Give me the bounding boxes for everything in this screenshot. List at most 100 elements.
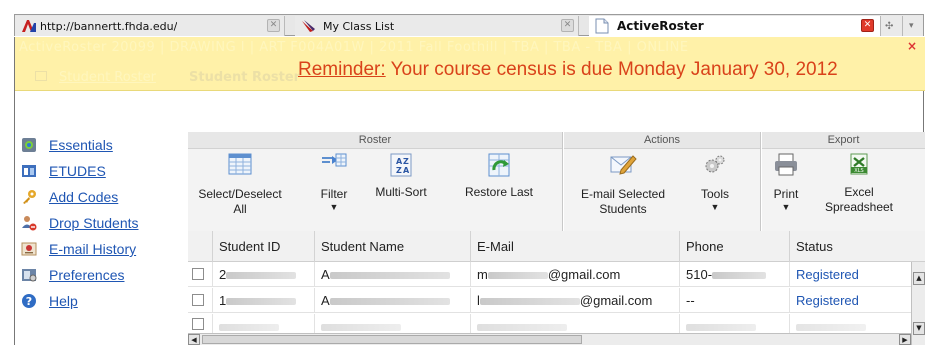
print-dropdown-arrow-icon: ▼ xyxy=(781,202,791,212)
tools-button[interactable]: Tools ▼ xyxy=(690,152,740,212)
sidebar-link-help[interactable]: Help xyxy=(49,293,78,309)
redacted-text xyxy=(479,298,580,306)
tab-bannertt-label: http://bannertt.fhda.edu/ xyxy=(40,19,178,33)
excel-label: Excel Spreadsheet xyxy=(824,185,894,214)
restore-icon xyxy=(488,153,510,177)
table-row[interactable]: 2 A m @gmail.com 510- Registered xyxy=(188,262,911,287)
sidebar-item-email-history[interactable]: E-mail History xyxy=(15,236,187,262)
redacted-text xyxy=(321,324,401,332)
horizontal-scrollbar[interactable]: ◀ ▶ xyxy=(188,333,911,345)
redacted-text xyxy=(487,272,548,280)
tab-bannertt[interactable]: http://bannertt.fhda.edu/ ✕ xyxy=(15,16,285,36)
redacted-text xyxy=(329,272,450,280)
student-roster-link[interactable]: Student Roster xyxy=(35,70,156,85)
sidebar-link-email-history[interactable]: E-mail History xyxy=(49,241,136,257)
svg-text:Z: Z xyxy=(403,157,409,166)
email-compose-icon xyxy=(610,155,637,175)
census-reminder: Reminder: Your course census is due Mond… xyxy=(298,59,838,81)
svg-text:A: A xyxy=(403,166,410,175)
tools-dropdown-arrow-icon: ▼ xyxy=(710,202,720,212)
close-tab-icon[interactable]: ✕ xyxy=(267,19,280,32)
status-cell: Registered xyxy=(789,288,911,313)
sidebar-item-drop-students[interactable]: Drop Students xyxy=(15,210,187,236)
sidebar-link-essentials[interactable]: Essentials xyxy=(49,137,113,153)
restore-last-button[interactable]: Restore Last xyxy=(454,152,544,200)
email-cell: m @gmail.com xyxy=(470,262,679,287)
column-student-id[interactable]: Student ID xyxy=(212,231,314,262)
print-label: Print xyxy=(773,187,799,201)
table-row[interactable] xyxy=(188,314,911,339)
close-tab-icon[interactable]: ✕ xyxy=(861,19,874,32)
column-phone[interactable]: Phone xyxy=(679,231,789,262)
excel-spreadsheet-button[interactable]: XLS Excel Spreadsheet xyxy=(814,152,904,215)
export-group: Export Print ▼ XLS Excel Spreadsheet xyxy=(762,132,925,231)
sidebar-link-preferences[interactable]: Preferences xyxy=(49,267,124,283)
screen: http://bannertt.fhda.edu/ ✕ My Class Lis… xyxy=(0,0,937,345)
row-checkbox[interactable] xyxy=(192,268,204,280)
student-roster-heading: Student Roster xyxy=(189,70,301,85)
gears-icon xyxy=(705,155,725,173)
redacted-text xyxy=(329,298,450,306)
multi-sort-button[interactable]: AZZA Multi-Sort xyxy=(368,152,434,200)
scroll-up-icon[interactable]: ▲ xyxy=(913,272,925,285)
new-tab-button[interactable]: ✣ xyxy=(881,16,903,36)
row-checkbox[interactable] xyxy=(192,294,204,306)
sidebar-link-drop-students[interactable]: Drop Students xyxy=(49,215,139,231)
sidebar-item-etudes[interactable]: ETUDES xyxy=(15,158,187,184)
tab-list-button[interactable]: ▾ xyxy=(903,16,923,36)
vertical-scrollbar[interactable]: ▲ ▼ xyxy=(911,262,925,345)
close-tab-icon[interactable]: ✕ xyxy=(561,19,574,32)
scroll-right-icon[interactable]: ▶ xyxy=(899,334,911,345)
scroll-down-icon[interactable]: ▼ xyxy=(913,322,925,335)
tab-my-class-list-label: My Class List xyxy=(323,19,395,33)
sidebar-link-add-codes[interactable]: Add Codes xyxy=(49,189,118,205)
student-name-cell: A xyxy=(314,262,470,287)
reminder-banner: ActiveRoster 20099 | DRAWING I | ART F00… xyxy=(15,37,925,91)
close-banner-icon[interactable]: × xyxy=(907,39,917,53)
email-history-icon xyxy=(21,242,37,256)
tab-my-class-list[interactable]: My Class List ✕ xyxy=(295,16,579,36)
sidebar-item-help[interactable]: ? Help xyxy=(15,288,187,314)
etudes-icon xyxy=(22,165,36,177)
essentials-icon xyxy=(22,138,36,152)
actions-group-heading: Actions xyxy=(564,132,760,149)
svg-text:?: ? xyxy=(26,295,32,308)
filter-dropdown-arrow-icon: ▼ xyxy=(329,202,339,212)
row-checkbox[interactable] xyxy=(192,318,204,330)
roster-group-heading: Roster xyxy=(188,132,562,149)
multi-sort-label: Multi-Sort xyxy=(375,185,427,199)
sidebar-item-preferences[interactable]: Preferences xyxy=(15,262,187,288)
ribbon-toolbar: Roster Select/Deselect All Filter ▼ AZZA… xyxy=(188,132,925,231)
email-selected-label: E-mail Selected Students xyxy=(580,187,666,216)
horizontal-scroll-thumb[interactable] xyxy=(202,335,582,344)
header-select-cell xyxy=(188,231,212,262)
svg-text:Z: Z xyxy=(396,166,402,175)
redacted-text xyxy=(219,324,279,332)
scroll-left-icon[interactable]: ◀ xyxy=(188,334,200,345)
tab-activeroster-label: ActiveRoster xyxy=(617,19,704,33)
print-button[interactable]: Print ▼ xyxy=(768,152,804,212)
select-deselect-all-button[interactable]: Select/Deselect All xyxy=(194,152,286,217)
phone-cell: 510- xyxy=(679,262,789,287)
row-select-cell xyxy=(188,262,212,287)
filter-icon xyxy=(322,153,347,167)
sidebar-item-essentials[interactable]: Essentials xyxy=(15,132,187,158)
table-row[interactable]: 1 A l @gmail.com -- Registered xyxy=(188,288,911,313)
course-title: ActiveRoster 20099 | DRAWING I | ART F00… xyxy=(19,40,689,55)
sort-az-icon: A ZZ A xyxy=(390,153,412,177)
tab-activeroster[interactable]: ActiveRoster ✕ xyxy=(589,16,881,36)
email-selected-students-button[interactable]: E-mail Selected Students xyxy=(568,152,678,217)
activeroster-app: ActiveRoster 20099 | DRAWING I | ART F00… xyxy=(14,37,925,345)
filter-button[interactable]: Filter ▼ xyxy=(314,152,354,212)
banner-favicon-icon xyxy=(22,20,36,32)
sidebar-item-add-codes[interactable]: Add Codes xyxy=(15,184,187,210)
svg-text:A: A xyxy=(396,157,403,166)
sidebar-link-etudes[interactable]: ETUDES xyxy=(49,163,106,179)
column-email[interactable]: E-Mail xyxy=(470,231,679,262)
student-id-cell: 2 xyxy=(212,262,314,287)
student-name-cell: A xyxy=(314,288,470,313)
column-status[interactable]: Status xyxy=(789,231,925,262)
redacted-text xyxy=(686,324,756,332)
redacted-text xyxy=(477,324,567,332)
column-student-name[interactable]: Student Name xyxy=(314,231,470,262)
